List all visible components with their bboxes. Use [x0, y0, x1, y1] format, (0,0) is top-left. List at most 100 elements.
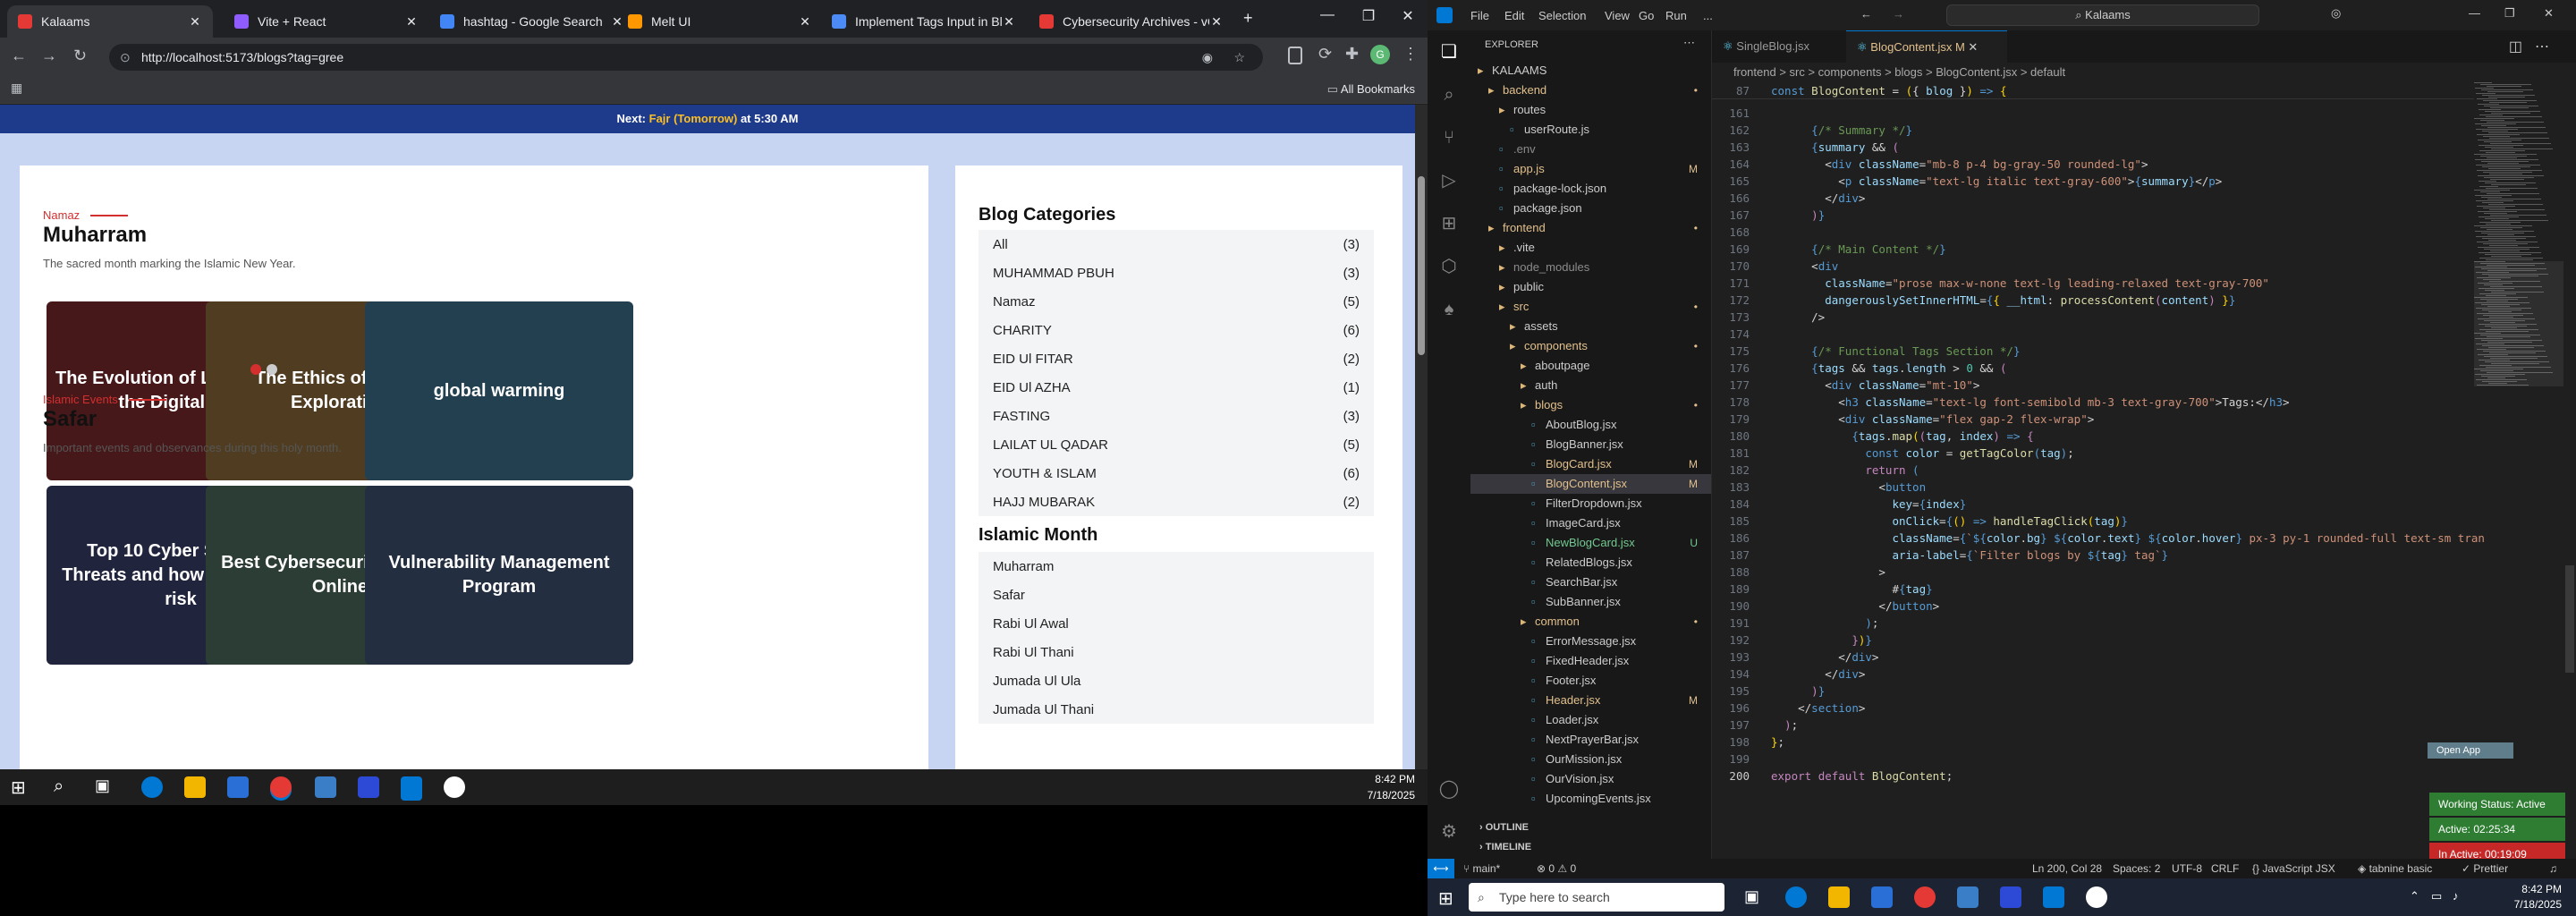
tree-item[interactable]: ▸ auth	[1470, 376, 1711, 395]
account-icon[interactable]: ◯	[1438, 778, 1460, 800]
editor-scroll-thumb[interactable]	[2565, 565, 2574, 673]
settings-gear-icon[interactable]: ⚙	[1438, 821, 1460, 843]
tree-item[interactable]: ▫ UpcomingEvents.jsx	[1470, 789, 1711, 809]
tree-item[interactable]: ▸ .vite	[1470, 238, 1711, 258]
close-icon[interactable]: ✕	[1390, 7, 1426, 25]
tree-item[interactable]: ▫ ErrorMessage.jsx	[1470, 632, 1711, 651]
menu-item[interactable]: View	[1605, 9, 1630, 22]
blog-card[interactable]: global warming	[365, 301, 633, 480]
tree-item[interactable]: ▫ BlogBanner.jsx	[1470, 435, 1711, 454]
editor-tab[interactable]: ⚛ BlogContent.jsx M ✕	[1846, 30, 2007, 63]
all-bookmarks[interactable]: ▭ All Bookmarks	[1327, 82, 1415, 97]
browser-tab[interactable]: Kalaams ✕	[7, 5, 213, 38]
mongodb-leaf-icon[interactable]: ♠	[1438, 299, 1460, 320]
encoding-status[interactable]: UTF-8	[2172, 859, 2202, 878]
task-view-icon[interactable]: ▣	[95, 776, 110, 795]
page-scrollbar[interactable]	[1415, 105, 1428, 769]
tree-item[interactable]: ▫ ImageCard.jsx	[1470, 513, 1711, 533]
tree-item[interactable]: ▫ SubBanner.jsx	[1470, 592, 1711, 612]
app2-icon[interactable]	[444, 776, 465, 798]
tree-item[interactable]: ▫ userRoute.js	[1470, 120, 1711, 140]
network-icon[interactable]: ▭	[2431, 889, 2442, 903]
tree-item[interactable]: ▫ Header.jsx M	[1470, 691, 1711, 710]
category-item[interactable]: FASTING (3)	[979, 402, 1374, 430]
nav-back-icon[interactable]: ←	[1860, 7, 1872, 21]
copilot-icon[interactable]: ◎	[2331, 6, 2341, 21]
breadcrumbs[interactable]: frontend > src > components > blogs > Bl…	[1712, 63, 2576, 82]
source-control-icon[interactable]: ⑂	[1438, 127, 1460, 148]
menu-item[interactable]: Selection	[1538, 9, 1586, 22]
tree-item[interactable]: ▫ FixedHeader.jsx	[1470, 651, 1711, 671]
edge-icon[interactable]	[1785, 886, 1807, 908]
tab-close-icon[interactable]: ✕	[1002, 14, 1016, 30]
tree-item[interactable]: ▫ package.json	[1470, 199, 1711, 218]
category-item[interactable]: EID Ul FITAR (2)	[979, 344, 1374, 373]
browser-tab[interactable]: Vite + React ✕	[224, 5, 429, 38]
tree-item[interactable]: ▸ routes	[1470, 100, 1711, 120]
extension-icon[interactable]	[1288, 47, 1302, 64]
app-icon[interactable]	[315, 776, 336, 798]
remote-icon[interactable]: ⬡	[1438, 256, 1460, 277]
open-app-button[interactable]: Open App	[2428, 742, 2513, 759]
tree-item[interactable]: ▫ AboutBlog.jsx	[1470, 415, 1711, 435]
category-item[interactable]: Namaz (5)	[979, 287, 1374, 316]
volume-icon[interactable]: ♪	[2453, 889, 2459, 903]
chrome-taskbar-icon[interactable]	[1914, 886, 1936, 908]
tab-close-icon[interactable]: ✕	[1965, 40, 1978, 54]
language-status[interactable]: {} JavaScript JSX	[2252, 859, 2335, 878]
tab-close-icon[interactable]: ✕	[188, 14, 202, 30]
scrollbar-thumb[interactable]	[1418, 176, 1425, 355]
browser-tab[interactable]: Melt UI ✕	[617, 5, 823, 38]
browser-tab[interactable]: Cybersecurity Archives - vCh ✕	[1029, 5, 1234, 38]
tree-item[interactable]: ▸ node_modules	[1470, 258, 1711, 277]
menu-item[interactable]: ...	[1703, 9, 1713, 22]
maximize-icon[interactable]: ❐	[1351, 7, 1386, 25]
address-bar[interactable]: ⊙ http://localhost:5173/blogs?tag=gree ◉ ☆	[109, 44, 1263, 71]
cursor-position[interactable]: Ln 200, Col 28	[2032, 859, 2102, 878]
tree-item[interactable]: ▫ FilterDropdown.jsx	[1470, 494, 1711, 513]
category-item[interactable]: LAILAT UL QADAR (5)	[979, 430, 1374, 459]
blog-card[interactable]: Vulnerability Management Program	[365, 486, 633, 665]
browser-tab[interactable]: Implement Tags Input in Blo ✕	[821, 5, 1027, 38]
outline-section[interactable]: › OUTLINE	[1470, 818, 1711, 837]
puzzle-icon[interactable]: ✚	[1345, 45, 1359, 64]
minimize-icon[interactable]: —	[1309, 7, 1345, 23]
taskbar-search-box[interactable]: ⌕ Type here to search	[1469, 883, 1724, 912]
month-item[interactable]: Jumada Ul Thani	[979, 695, 1374, 724]
extensions-icon[interactable]: ⊞	[1438, 213, 1460, 234]
tree-item[interactable]: ▫ BlogContent.jsx M	[1470, 474, 1711, 494]
notifications-bell-icon[interactable]: ♫	[2549, 859, 2557, 878]
tree-item[interactable]: ▫ NewBlogCard.jsx U	[1470, 533, 1711, 553]
browser-tab[interactable]: hashtag - Google Search ✕	[429, 5, 635, 38]
tree-item[interactable]: ▫ NextPrayerBar.jsx	[1470, 730, 1711, 750]
menu-item[interactable]: Go	[1639, 9, 1654, 22]
category-item[interactable]: CHARITY (6)	[979, 316, 1374, 344]
carousel-dot[interactable]	[267, 364, 277, 375]
minimap[interactable]	[2474, 82, 2563, 404]
menu-item[interactable]: Run	[1665, 9, 1687, 22]
eol-status[interactable]: CRLF	[2211, 859, 2239, 878]
windows-start-icon[interactable]: ⊞	[11, 776, 26, 799]
forward-icon[interactable]: →	[41, 47, 57, 65]
branch-status[interactable]: ⑂ main*	[1463, 859, 1500, 878]
tree-item[interactable]: ▫ app.js M	[1470, 159, 1711, 179]
minimize-icon[interactable]: —	[2469, 6, 2480, 20]
editor-more-icon[interactable]: ⋯	[2535, 38, 2549, 55]
file-explorer-icon[interactable]	[1828, 886, 1850, 908]
back-icon[interactable]: ←	[11, 47, 27, 65]
refresh-ext-icon[interactable]: ⟳	[1318, 45, 1332, 64]
tree-item[interactable]: ▸ public	[1470, 277, 1711, 297]
prettier-status[interactable]: ✓ Prettier	[2462, 859, 2508, 878]
run-debug-icon[interactable]: ▷	[1438, 170, 1460, 191]
tree-item[interactable]: ▫ BlogCard.jsx M	[1470, 454, 1711, 474]
profile-avatar[interactable]: G	[1370, 45, 1390, 64]
tree-item[interactable]: ▸ components •	[1470, 336, 1711, 356]
tab-close-icon[interactable]: ✕	[404, 14, 419, 30]
problems-status[interactable]: ⊗ 0 ⚠ 0	[1537, 859, 1576, 878]
windows-start-icon[interactable]: ⊞	[1438, 887, 1453, 910]
category-item[interactable]: All (3)	[979, 230, 1374, 259]
tree-item[interactable]: ▸ backend •	[1470, 81, 1711, 100]
month-item[interactable]: Safar	[979, 581, 1374, 609]
close-icon[interactable]: ✕	[2544, 6, 2554, 21]
store-icon[interactable]	[227, 776, 249, 798]
